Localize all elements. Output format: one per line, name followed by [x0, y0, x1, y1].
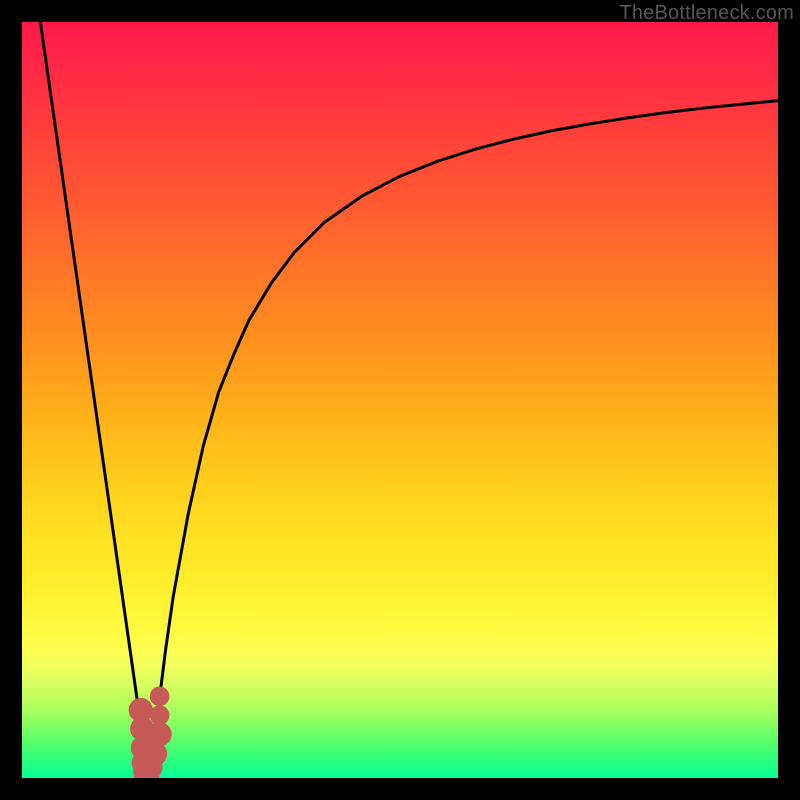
plot-area	[22, 22, 778, 778]
watermark-text: TheBottleneck.com	[619, 2, 794, 25]
marker-dot	[147, 722, 171, 746]
curve-left-branch	[30, 22, 151, 778]
curves-layer	[22, 22, 778, 778]
marker-dot	[150, 687, 170, 707]
marker-dot	[150, 705, 170, 725]
curve-right-branch	[151, 101, 778, 778]
chart-frame: TheBottleneck.com	[0, 0, 800, 800]
